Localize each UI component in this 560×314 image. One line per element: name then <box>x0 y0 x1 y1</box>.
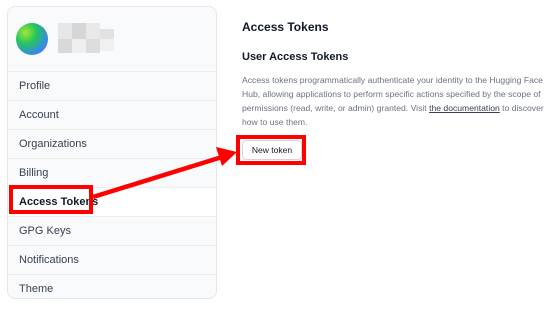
settings-sidebar: Profile Account Organizations Billing Ac… <box>7 6 217 299</box>
sidebar-item-account[interactable]: Account <box>8 100 216 129</box>
sidebar-item-notifications[interactable]: Notifications <box>8 245 216 274</box>
section-title: User Access Tokens <box>242 51 349 63</box>
documentation-link[interactable]: the documentation <box>429 103 500 113</box>
arrow-head <box>216 147 237 166</box>
avatar[interactable] <box>16 23 48 55</box>
description: Access tokens programmatically authentic… <box>242 73 544 129</box>
sidebar-item-theme[interactable]: Theme <box>8 274 216 303</box>
page-title: Access Tokens <box>242 20 329 34</box>
sidebar-item-gpg-keys[interactable]: GPG Keys <box>8 216 216 245</box>
sidebar-item-billing[interactable]: Billing <box>8 158 216 187</box>
sidebar-item-organizations[interactable]: Organizations <box>8 129 216 158</box>
user-header <box>16 23 206 59</box>
highlight-box-access-tokens <box>9 185 93 214</box>
highlight-box-new-token <box>236 135 306 165</box>
sidebar-item-profile[interactable]: Profile <box>8 71 216 100</box>
